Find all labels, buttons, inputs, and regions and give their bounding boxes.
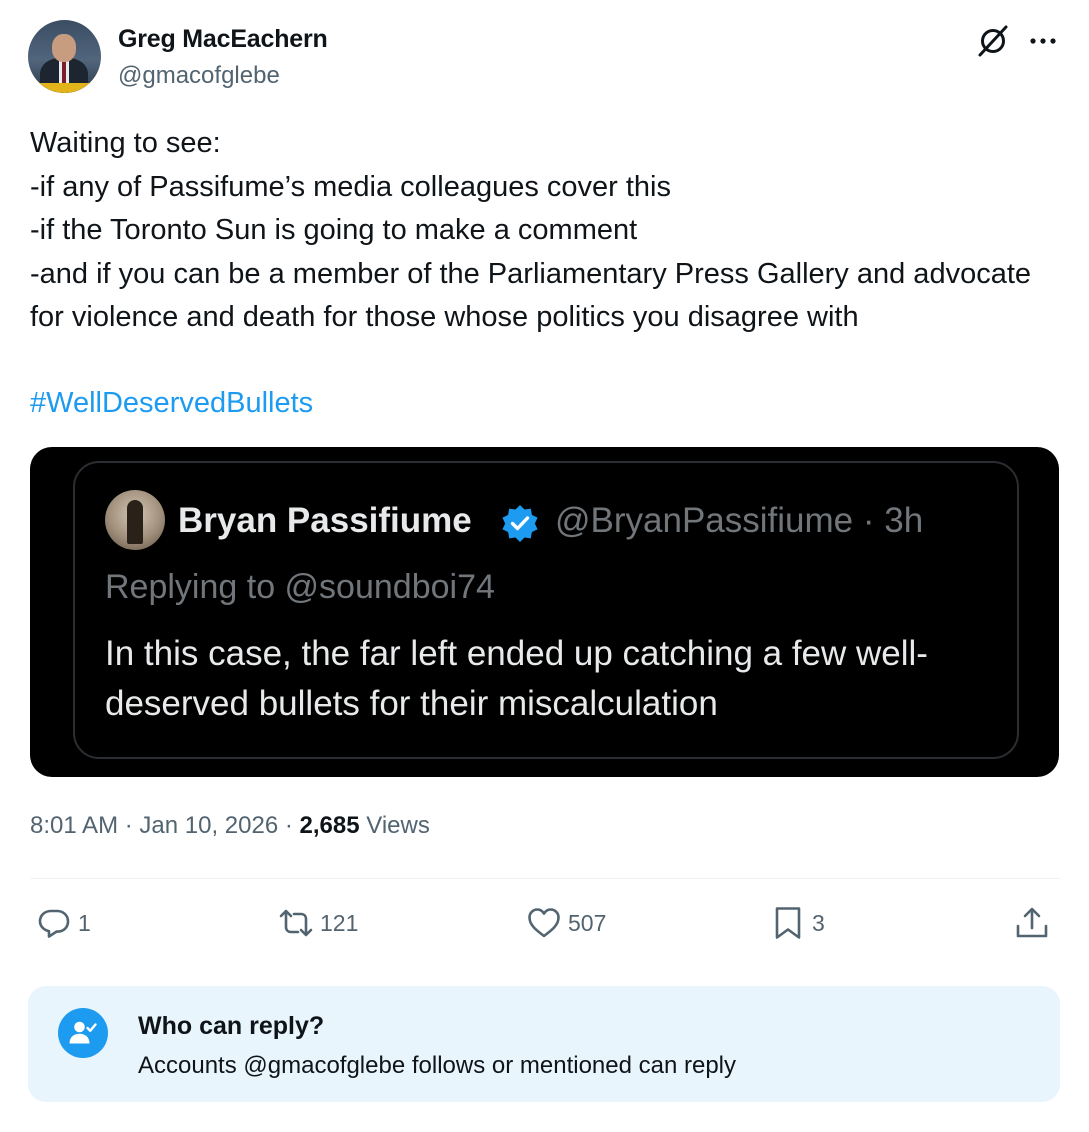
quoted-tweet-text: In this case, the far left ended up catc… [105,634,928,723]
reply-permission-icon [58,1008,108,1058]
who-can-reply-box: Who can reply? Accounts @gmacofglebe fol… [28,986,1060,1102]
divider [30,878,1060,879]
tweet-date[interactable]: Jan 10, 2026 [139,812,278,839]
reply-count: 1 [78,909,91,936]
meta-separator: · [118,812,140,839]
hashtag-link[interactable]: #WellDeservedBullets [30,382,313,426]
views-label: Views [366,812,430,839]
who-can-reply-title: Who can reply? [138,1012,325,1040]
tweet-header: Greg MacEachern @gmacofglebe [28,20,1068,96]
who-can-reply-description: Accounts @gmacofglebe follows or mention… [138,1052,737,1079]
bookmark-icon [775,907,801,939]
author-avatar[interactable] [28,20,101,93]
reply-icon [38,909,70,938]
heart-icon [528,908,560,938]
author-handle[interactable]: @gmacofglebe [118,62,280,90]
reply-button[interactable]: 1 [36,896,91,950]
quoted-author-name: Bryan Passifiume [178,501,472,540]
tweet-meta: 8:01 AM · Jan 10, 2026 · 2,685 Views [30,812,430,840]
like-count: 507 [568,909,607,936]
bookmark-count: 3 [812,909,825,936]
share-button[interactable] [1014,896,1050,950]
action-bar: 1 121 507 3 [30,896,1060,950]
like-button[interactable]: 507 [526,896,606,950]
repost-button[interactable]: 121 [278,896,358,950]
bookmark-button[interactable]: 3 [770,896,825,950]
share-icon [1016,907,1048,938]
replying-prefix: Replying to [105,568,285,606]
quoted-author-avatar [105,490,165,550]
meta-separator: · [278,812,300,839]
replying-to-handle: @soundboi74 [284,568,495,606]
verified-badge-icon [502,505,538,542]
repost-icon [279,909,313,937]
tweet-time[interactable]: 8:01 AM [30,812,118,839]
author-name[interactable]: Greg MacEachern [118,25,328,54]
views-count: 2,685 [299,812,360,839]
quoted-author-handle-time: @BryanPassifiume · 3h [555,501,924,540]
tweet-text: Waiting to see: -if any of Passifume’s m… [30,127,1032,334]
media-screenshot[interactable]: Bryan Passifiume @BryanPassifiume · 3h R… [30,447,1059,777]
more-horizontal-icon[interactable] [1026,24,1060,58]
quoted-tweet-card: Bryan Passifiume @BryanPassifiume · 3h R… [73,461,1019,759]
grok-slash-icon[interactable] [976,24,1010,58]
quoted-replying-to: Replying to @soundboi74 [105,568,495,607]
repost-count: 121 [320,909,359,936]
